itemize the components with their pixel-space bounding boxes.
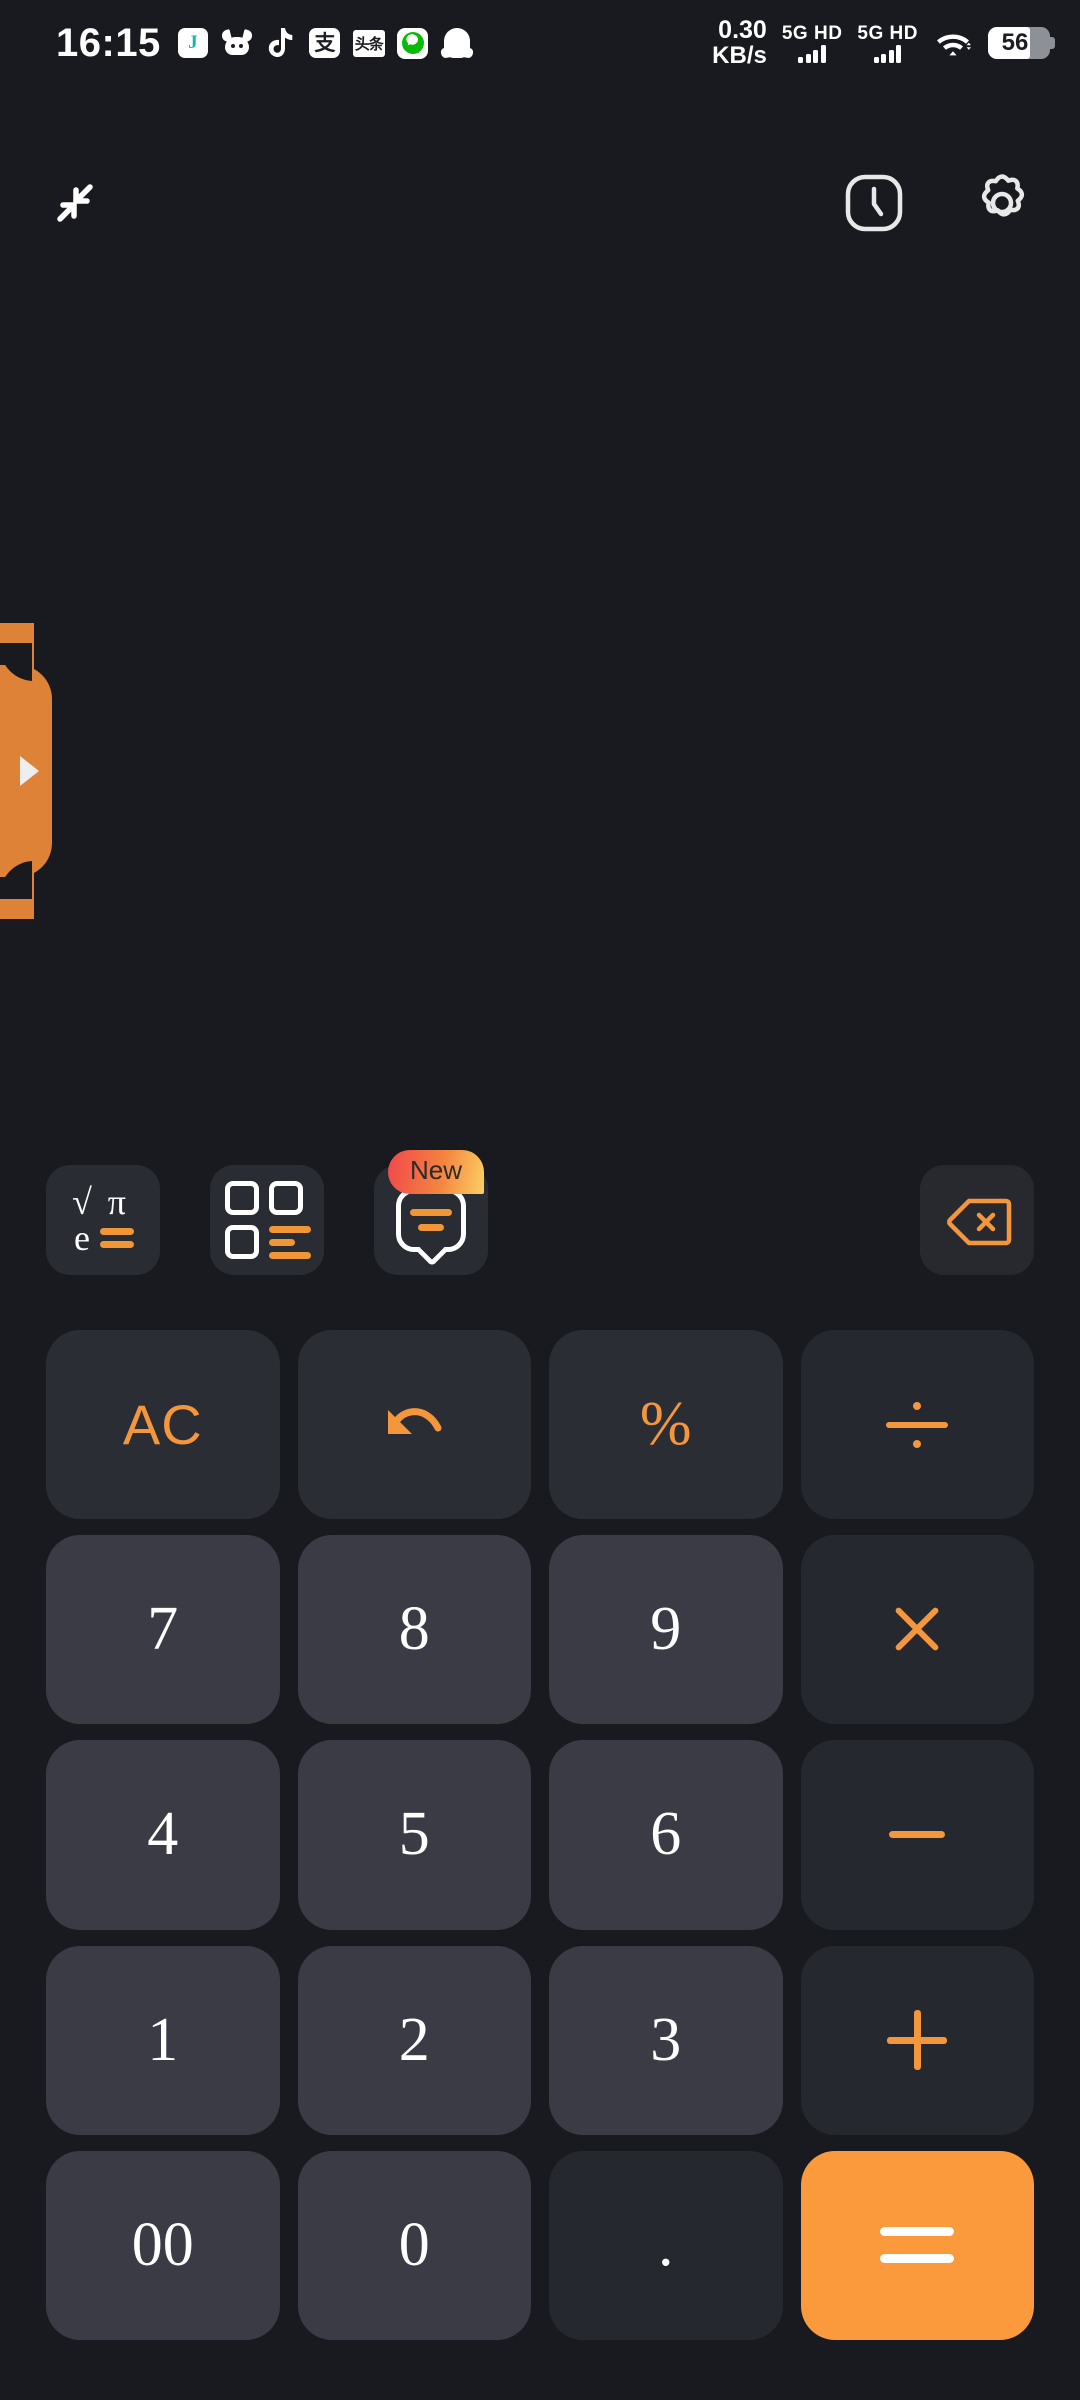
key-divide[interactable] [800,1330,1034,1520]
network-speed: 0.30 KB/s [712,16,767,69]
sim2-bars [873,44,902,63]
key-7[interactable]: 7 [46,1535,280,1725]
key-5[interactable]: 5 [297,1740,531,1930]
key-add[interactable] [800,1945,1034,2135]
calculator-app: 16:15 J 支 头条 0.30 KB/s 5G HD 5G HD 56 √ … [0,0,1080,2400]
sim1-bars [798,44,826,63]
key-8-label: 8 [398,1595,430,1664]
plus-icon [887,2010,948,2071]
function-row: √ π e [0,1165,1080,1283]
collapse-arrows-icon[interactable] [40,165,116,241]
key-decimal[interactable]: . [549,2150,783,2340]
key-1[interactable]: 1 [46,1945,280,2135]
key-6-label: 6 [650,1800,682,1869]
key-2[interactable]: 2 [297,1945,531,2135]
key-5-label: 5 [398,1800,430,1869]
key-double-zero[interactable]: 00 [46,2150,280,2340]
wechat-icon [397,27,429,59]
note-app-icon: J [177,27,209,59]
unit-converter-button[interactable] [210,1165,324,1275]
undo-arrow-icon [388,1407,442,1434]
side-drawer-handle[interactable] [0,623,52,919]
sim2-label: 5G HD [857,22,918,44]
key-6[interactable]: 6 [549,1740,783,1930]
scientific-mode-button[interactable]: √ π e [46,1165,160,1275]
alipay-icon: 支 [309,27,341,59]
note-app-glyph: J [188,32,198,53]
key-0-label: 0 [398,2210,430,2279]
calculator-display[interactable] [0,270,1080,1150]
key-4[interactable]: 4 [46,1740,280,1930]
qq-icon [441,27,473,59]
key-all-clear[interactable]: AC [46,1330,280,1520]
equals-sign-icon [880,2227,955,2264]
key-undo[interactable] [297,1330,531,1520]
key-percent-label: % [639,1390,692,1459]
key-decimal-label: . [658,2210,674,2279]
status-bar: 16:15 J 支 头条 0.30 KB/s 5G HD 5G HD 56 [0,0,1080,86]
backspace-icon [946,1197,1012,1246]
euler-icon: e [74,1218,90,1258]
status-bar-left: 16:15 J 支 头条 [56,23,473,63]
toolbar-actions [836,165,1040,241]
key-9[interactable]: 9 [549,1535,783,1725]
toutiao-glyph: 头条 [354,35,384,53]
key-all-clear-label: AC [122,1393,203,1457]
alipay-glyph: 支 [314,31,336,55]
bull-app-icon [220,27,254,59]
divide-icon [886,1396,949,1454]
key-7-label: 7 [147,1595,179,1664]
battery-indicator: 56 [988,27,1055,59]
chevron-right-icon [19,756,39,786]
key-4-label: 4 [147,1800,179,1869]
sqrt-icon: √ [72,1181,92,1222]
key-multiply[interactable] [800,1535,1034,1725]
battery-level: 56 [1001,29,1029,56]
settings-gear-icon[interactable] [964,165,1040,241]
key-2-label: 2 [398,2005,430,2074]
pi-icon: π [107,1181,126,1222]
key-3[interactable]: 3 [549,1945,783,2135]
speech-bubble-icon [396,1188,466,1252]
minus-icon [889,1831,946,1839]
key-percent[interactable]: % [549,1330,783,1520]
multiply-icon [888,1601,946,1659]
key-8[interactable]: 8 [297,1535,531,1725]
sim1-label: 5G HD [781,22,843,44]
new-badge: New [388,1150,485,1194]
sim2-signal: 5G HD [857,24,918,63]
network-speed-value: 0.30 [718,16,767,45]
equals-icon [99,1228,134,1249]
key-1-label: 1 [147,2005,179,2074]
key-subtract[interactable] [800,1740,1034,1930]
app-toolbar [0,148,1080,258]
backspace-button[interactable] [920,1165,1034,1275]
status-bar-right: 0.30 KB/s 5G HD 5G HD 56 [712,16,1055,69]
key-double-zero-label: 00 [131,2210,194,2279]
tiktok-icon [265,27,297,59]
key-3-label: 3 [650,2005,682,2074]
sim1-signal: 5G HD [782,24,843,63]
key-equals[interactable] [800,2150,1034,2340]
toutiao-icon: 头条 [352,27,385,59]
key-0[interactable]: 0 [297,2150,531,2340]
key-9-label: 9 [650,1595,682,1664]
notification-icons: J 支 头条 [177,27,473,59]
keypad: AC % 7 8 9 4 5 6 1 2 3 00 0 . [46,1330,1034,2340]
history-clock-icon[interactable] [836,165,912,241]
wifi-icon [933,28,973,58]
network-speed-unit: KB/s [712,41,767,69]
grid-list-icon [225,1181,311,1259]
status-clock: 16:15 [56,21,161,65]
